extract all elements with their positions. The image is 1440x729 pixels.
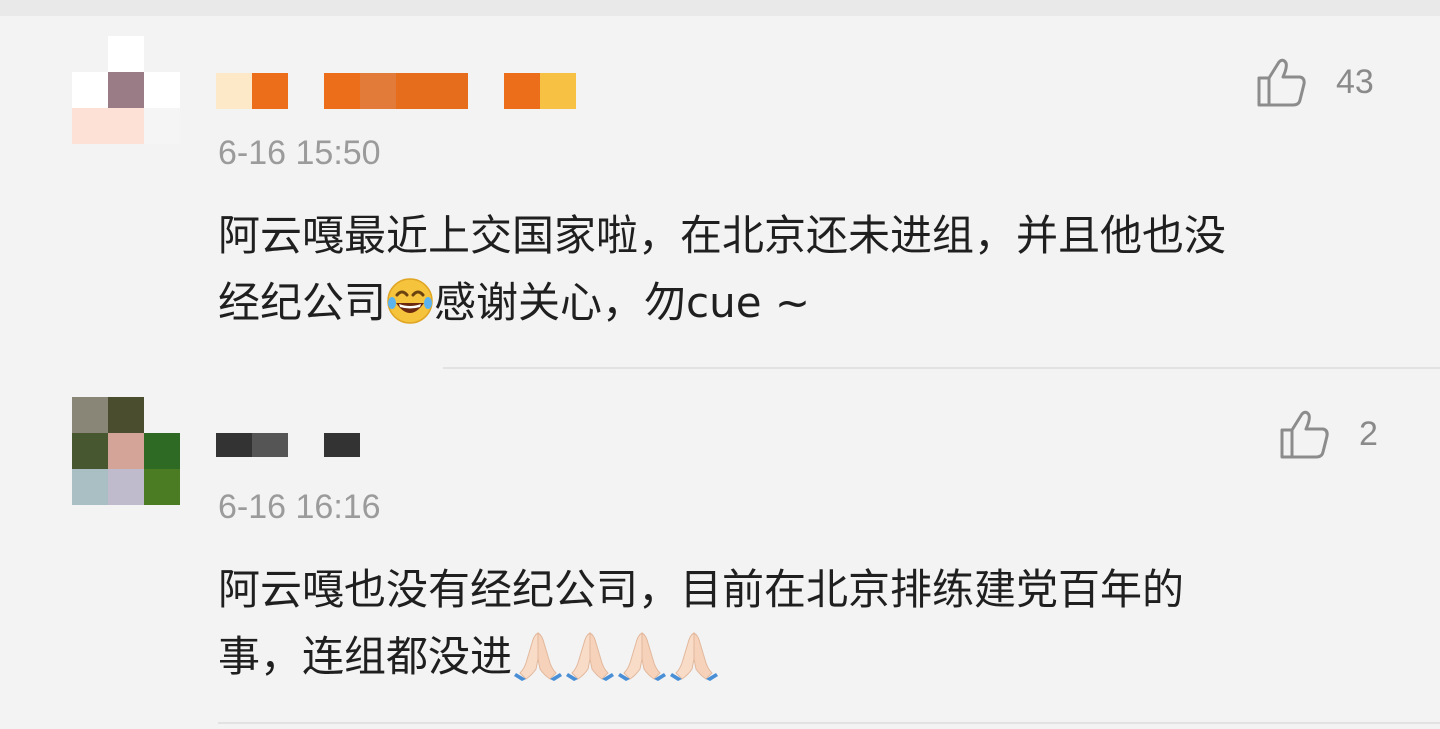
comment-text-line: 事，连组都没进 — [218, 623, 1398, 690]
avatar-pixel — [144, 433, 180, 469]
name-block — [504, 73, 540, 109]
avatar-pixel — [72, 72, 108, 108]
avatar-pixel — [108, 36, 144, 72]
like-count: 43 — [1336, 62, 1374, 101]
name-block — [252, 433, 288, 457]
comment-text-segment: 经纪公司 — [218, 278, 387, 327]
username-redacted[interactable] — [216, 73, 576, 109]
avatar-pixel — [108, 397, 144, 433]
thumbs-up-icon — [1256, 56, 1308, 108]
comment-text-line: 经纪公司 感谢关心，勿cue ~ — [218, 269, 1398, 336]
name-block — [324, 433, 360, 457]
comment-text-line: 阿云嘎也没有经纪公司，目前在北京排练建党百年的 — [218, 565, 1185, 614]
folded-hands-emoji-icon — [512, 629, 564, 681]
like-count: 2 — [1359, 414, 1378, 453]
name-block — [252, 73, 288, 109]
avatar-pixel — [72, 469, 108, 505]
avatar-pixel — [108, 108, 144, 144]
name-block — [540, 73, 576, 109]
avatar-pixel — [72, 108, 108, 144]
comment-text: 阿云嘎最近上交国家啦，在北京还未进组，并且他也没 经纪公司 感谢关心，勿cue … — [218, 202, 1398, 336]
comment-divider — [443, 367, 1440, 369]
comment-timestamp: 6-16 16:16 — [218, 488, 381, 526]
comment-text-segment: 感谢关心，勿cue ~ — [434, 278, 811, 327]
avatar-pixel — [108, 72, 144, 108]
avatar-pixel — [108, 433, 144, 469]
folded-hands-emoji-icon — [668, 629, 720, 681]
avatar-pixel — [144, 469, 180, 505]
emoji-group — [512, 632, 720, 681]
avatar-pixel — [108, 469, 144, 505]
like-button[interactable]: 2 — [1279, 408, 1378, 460]
comment-timestamp: 6-16 15:50 — [218, 134, 381, 172]
like-button[interactable]: 43 — [1256, 56, 1374, 108]
avatar-pixel — [144, 36, 180, 72]
avatar-pixel — [72, 433, 108, 469]
avatar-pixel — [144, 72, 180, 108]
thumbs-up-icon — [1279, 408, 1331, 460]
comment-divider — [218, 722, 1440, 724]
avatar-pixel — [72, 36, 108, 72]
name-block — [216, 433, 252, 457]
name-block — [360, 73, 396, 109]
avatar[interactable] — [72, 36, 180, 144]
name-block — [216, 73, 252, 109]
comment-text: 阿云嘎也没有经纪公司，目前在北京排练建党百年的 事，连组都没进 — [218, 556, 1398, 690]
avatar-pixel — [144, 108, 180, 144]
avatar[interactable] — [72, 397, 180, 505]
avatar-pixel — [72, 397, 108, 433]
username-redacted[interactable] — [216, 433, 360, 457]
avatar-pixel — [144, 397, 180, 433]
laughing-crying-emoji-icon — [386, 277, 434, 325]
comment-text-segment: 事，连组都没进 — [218, 632, 513, 681]
top-strip — [0, 0, 1440, 16]
name-block — [324, 73, 360, 109]
comment-text-line: 阿云嘎最近上交国家啦，在北京还未进组，并且他也没 — [218, 211, 1227, 260]
folded-hands-emoji-icon — [616, 629, 668, 681]
name-block — [396, 73, 468, 109]
folded-hands-emoji-icon — [564, 629, 616, 681]
